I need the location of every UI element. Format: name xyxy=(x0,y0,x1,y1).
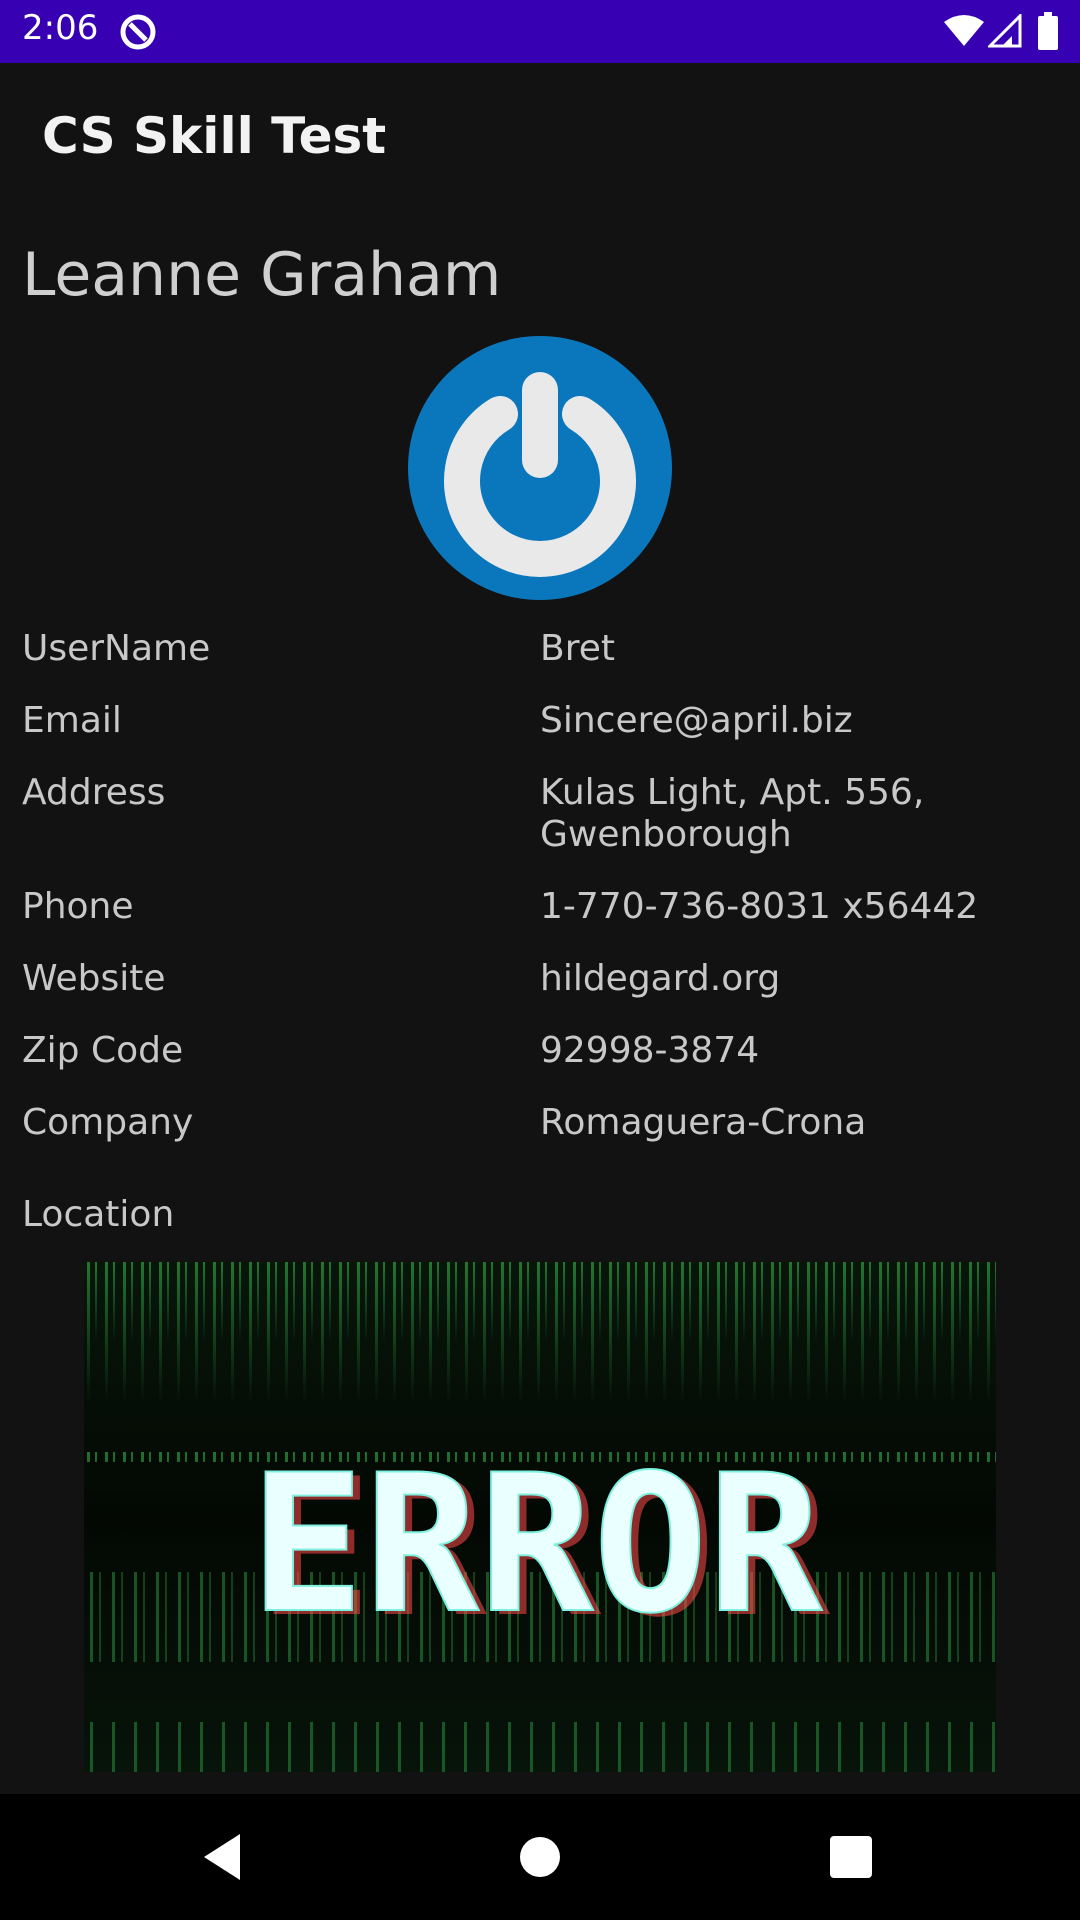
detail-value: 92998-3874 xyxy=(540,1030,760,1071)
detail-value: Sincere@april.biz xyxy=(540,700,853,741)
detail-value: 1-770-736-8031 x56442 xyxy=(540,886,979,927)
detail-label: UserName xyxy=(22,628,211,669)
cell-signal-icon xyxy=(988,14,1022,48)
detail-value: hildegard.org xyxy=(540,958,781,999)
detail-value: Bret xyxy=(540,628,615,669)
status-time: 2:06 xyxy=(22,8,99,48)
app-title: CS Skill Test xyxy=(42,107,387,165)
back-icon[interactable] xyxy=(192,1824,258,1890)
detail-label: Address xyxy=(22,772,166,813)
battery-icon xyxy=(1038,12,1058,50)
detail-label: Email xyxy=(22,700,122,741)
user-name: Leanne Graham xyxy=(22,240,502,310)
detail-value: Romaguera-Crona xyxy=(540,1102,867,1143)
wifi-icon xyxy=(944,15,984,46)
status-bar: 2:06 xyxy=(0,0,1080,63)
detail-label: Website xyxy=(22,958,166,999)
location-label: Location xyxy=(22,1194,175,1235)
power-button-icon xyxy=(408,336,672,600)
location-map-image: ERROR ERROR xyxy=(84,1262,996,1772)
detail-value: Kulas Light, Apt. 556, Gwenborough xyxy=(540,772,925,855)
detail-label: Phone xyxy=(22,886,134,927)
app-notification-icon xyxy=(120,14,156,50)
home-icon[interactable] xyxy=(507,1824,573,1890)
recents-icon[interactable] xyxy=(818,1824,884,1890)
navigation-bar xyxy=(0,1794,1080,1920)
detail-label: Zip Code xyxy=(22,1030,184,1071)
map-error-text: ERROR xyxy=(250,1434,823,1655)
app-bar: CS Skill Test xyxy=(0,63,1080,213)
detail-label: Company xyxy=(22,1102,194,1143)
